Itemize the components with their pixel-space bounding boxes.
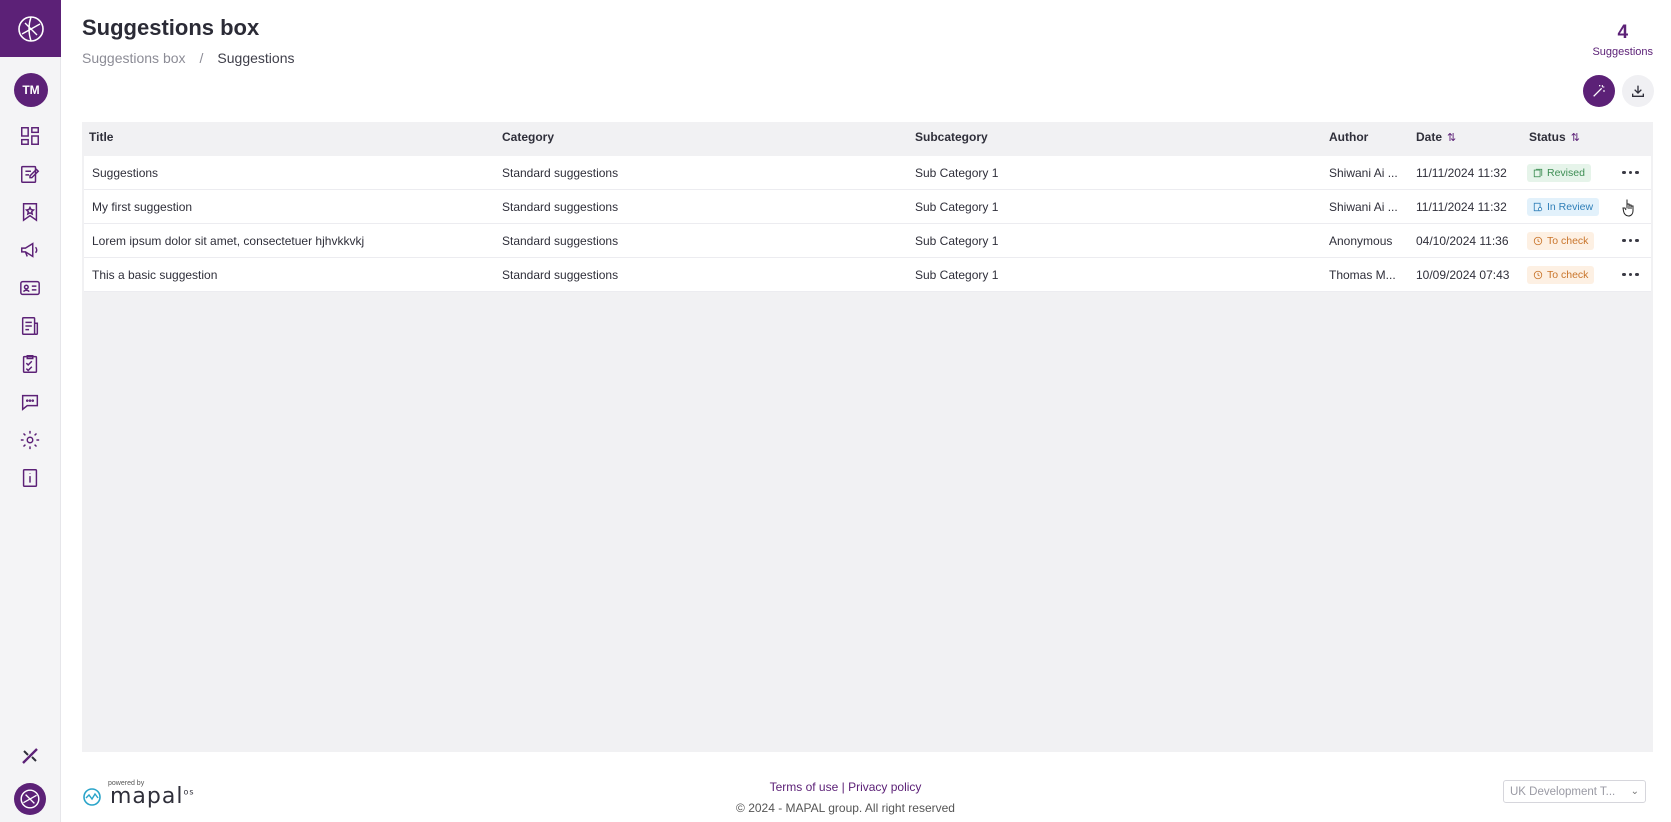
tools-icon[interactable]	[18, 744, 42, 768]
footer-link-separator: |	[841, 780, 845, 794]
status-badge: Revised	[1527, 164, 1591, 182]
magic-wand-button[interactable]	[1583, 75, 1615, 107]
region-select[interactable]: UK Development T... ⌄	[1503, 780, 1646, 803]
row-category: Standard suggestions	[502, 200, 619, 214]
row-title: Suggestions	[92, 166, 159, 180]
review-icon	[1533, 202, 1543, 212]
row-category: Standard suggestions	[502, 166, 619, 180]
copyright-text: © 2024 - MAPAL group. All right reserved	[736, 801, 955, 815]
table-row[interactable]: Lorem ipsum dolor sit amet, consectetuer…	[84, 224, 1651, 258]
id-card-icon[interactable]	[18, 276, 42, 300]
gear-icon[interactable]	[18, 428, 42, 452]
row-author: Shiwani Ai ...	[1329, 166, 1398, 180]
status-badge: In Review	[1527, 198, 1600, 216]
document-icon[interactable]	[18, 314, 42, 338]
row-title: My first suggestion	[92, 200, 193, 214]
more-icon	[1622, 170, 1639, 174]
col-title: Title	[89, 130, 114, 144]
row-date: 10/09/2024 07:43	[1416, 268, 1510, 282]
dashboard-icon[interactable]	[18, 124, 42, 148]
col-author: Author	[1329, 130, 1369, 144]
col-date: Date ⇅	[1416, 130, 1457, 144]
megaphone-icon[interactable]	[18, 238, 42, 262]
row-author: Shiwani Ai ...	[1329, 200, 1398, 214]
row-category: Standard suggestions	[502, 268, 619, 282]
suggestions-count: 4	[1617, 22, 1629, 43]
privacy-link[interactable]: Privacy policy	[848, 780, 921, 794]
breadcrumb-separator: /	[199, 50, 204, 66]
table-header: Title Category Subcategory Author Date ⇅ …	[82, 122, 1653, 152]
region-select-value: UK Development T...	[1510, 785, 1616, 798]
status-badge: To check	[1527, 232, 1595, 250]
row-more-button[interactable]	[1622, 265, 1639, 279]
clock-icon	[1533, 270, 1543, 280]
more-icon	[1622, 272, 1639, 276]
table-row[interactable]: This a basic suggestion Standard suggest…	[84, 258, 1651, 292]
row-date: 11/11/2024 11:32	[1416, 200, 1507, 214]
row-category: Standard suggestions	[502, 234, 619, 248]
terms-link[interactable]: Terms of use	[770, 780, 839, 794]
download-icon	[1632, 85, 1644, 97]
table-row[interactable]: My first suggestion Standard suggestions…	[84, 190, 1651, 224]
hand-cursor-icon	[1622, 199, 1634, 217]
row-title: Lorem ipsum dolor sit amet, consectetuer…	[92, 234, 365, 248]
table-row[interactable]: Suggestions Standard suggestions Sub Cat…	[84, 156, 1651, 190]
suggestions-table: Title Category Subcategory Author Date ⇅ …	[82, 122, 1653, 752]
row-subcategory: Sub Category 1	[915, 268, 999, 282]
bookmark-star-icon[interactable]	[18, 200, 42, 224]
col-subcategory: Subcategory	[915, 130, 988, 144]
clipboard-check-icon[interactable]	[18, 352, 42, 376]
row-subcategory: Sub Category 1	[915, 166, 999, 180]
row-date: 04/10/2024 11:36	[1416, 234, 1509, 248]
row-author: Thomas M...	[1329, 268, 1396, 282]
clock-icon	[1533, 236, 1543, 246]
row-more-button[interactable]	[1622, 231, 1639, 245]
sidebar: TM	[0, 0, 61, 822]
breadcrumb: Suggestions box / Suggestions	[82, 50, 294, 66]
chevron-down-icon: ⌄	[1630, 786, 1639, 797]
info-icon[interactable]	[18, 466, 42, 490]
row-title: This a basic suggestion	[92, 268, 218, 282]
download-button[interactable]	[1622, 75, 1654, 107]
row-more-button[interactable]	[1622, 163, 1639, 177]
page-title: Suggestions box	[82, 15, 260, 40]
revised-icon	[1533, 168, 1543, 178]
row-author: Anonymous	[1329, 234, 1393, 248]
chat-icon[interactable]	[18, 390, 42, 414]
suggestions-count-label: Suggestions	[1592, 46, 1653, 58]
table-body: Suggestions Standard suggestions Sub Cat…	[84, 156, 1651, 292]
breadcrumb-current: Suggestions	[217, 50, 295, 66]
status-badge: To check	[1527, 266, 1595, 284]
user-avatar[interactable]: TM	[14, 73, 48, 107]
app-logo-icon	[17, 15, 44, 42]
suggestions-counter: 4 Suggestions	[1592, 22, 1653, 58]
magic-wand-icon	[1593, 85, 1605, 97]
edit-form-icon[interactable]	[18, 162, 42, 186]
row-subcategory: Sub Category 1	[915, 234, 999, 248]
sort-status-icon[interactable]: ⇅	[1571, 131, 1580, 144]
app-logo[interactable]	[0, 0, 61, 57]
col-category: Category	[502, 130, 555, 144]
sort-date-icon[interactable]: ⇅	[1447, 131, 1456, 144]
row-date: 11/11/2024 11:32	[1416, 166, 1507, 180]
footer-links: Terms of use | Privacy policy	[0, 780, 1671, 794]
more-icon	[1622, 238, 1639, 242]
col-status: Status ⇅	[1529, 130, 1580, 144]
row-subcategory: Sub Category 1	[915, 200, 999, 214]
breadcrumb-root-link[interactable]: Suggestions box	[82, 50, 186, 66]
